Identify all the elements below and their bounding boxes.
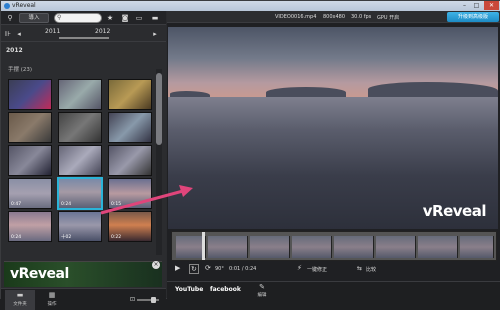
filmstrip-frame[interactable]	[376, 236, 416, 258]
app-logo-icon	[4, 3, 10, 9]
video-filename: VIDEO0016.mp4	[275, 14, 317, 20]
youtube-button[interactable]: YouTube	[175, 286, 203, 293]
library-scrollbar[interactable]	[156, 69, 162, 255]
thumbnail[interactable]: 0:24	[8, 211, 52, 242]
search-icon: ⚲	[57, 14, 62, 21]
playback-controls: ▶ ↻ ⟳ 90° 0:01 / 0:24 ⚡ 一键修正 ⇆ 比较	[167, 263, 500, 278]
video-info-bar: VIDEO0016.mp4 800x480 30.0 fps GPU 开启 升级…	[167, 11, 500, 23]
group-label: 手摆 (23)	[8, 67, 33, 73]
compare-button[interactable]: 比较	[366, 266, 376, 273]
thumbnail-zoom-slider[interactable]: ⊡	[129, 296, 161, 303]
promo-brand: vReveal	[10, 266, 69, 282]
timeline-range-bar[interactable]	[59, 37, 109, 39]
magnifier-icon[interactable]: ⚲	[5, 13, 15, 23]
app-window: vReveal – □ ✕ ⚲ 導入 ⚲ ★ ◙ ▭ ▬ ⊪ ◂ 2011 20…	[0, 0, 500, 310]
maximize-button[interactable]: □	[471, 1, 482, 10]
timeline-year-2011[interactable]: 2011	[45, 28, 60, 35]
filter-icon[interactable]: ⊪	[4, 29, 12, 39]
mountain-shape	[368, 82, 498, 98]
thumbnail[interactable]	[108, 79, 152, 110]
folder-icon: ▬	[16, 291, 24, 299]
import-button[interactable]: 導入	[19, 13, 49, 23]
thumbnail[interactable]	[8, 79, 52, 110]
play-icon[interactable]: ▶	[175, 264, 180, 272]
zoom-knob[interactable]	[151, 297, 156, 303]
filmstrip[interactable]	[171, 231, 497, 261]
edit-button[interactable]: ✎ 编辑	[255, 283, 269, 300]
tab-actions-label: 操作	[47, 302, 57, 307]
thumbnail[interactable]	[8, 145, 52, 176]
window-title: vReveal	[12, 2, 36, 9]
compare-icon[interactable]: ⇆	[357, 265, 362, 272]
thumbnail[interactable]	[108, 145, 152, 176]
thumbnail[interactable]: 十02	[58, 211, 102, 242]
grid-icon: ▦	[48, 291, 56, 299]
zoom-icon: ⊡	[129, 296, 136, 303]
upgrade-button[interactable]: 升级到高级版	[447, 12, 499, 22]
edit-label: 编辑	[257, 293, 267, 298]
title-bar: vReveal – □ ✕	[1, 1, 500, 11]
camera-icon[interactable]: ◙	[120, 13, 130, 23]
promo-banner[interactable]: vReveal ×	[4, 261, 162, 287]
time-display: 0:01 / 0:24	[229, 266, 257, 272]
filmstrip-frame[interactable]	[250, 236, 290, 258]
one-click-fix-button[interactable]: 一键修正	[307, 266, 327, 273]
thumbnail[interactable]: 0:47	[8, 178, 52, 209]
layout-icon[interactable]: ▬	[149, 13, 161, 23]
search-input[interactable]: ⚲	[54, 13, 102, 23]
chevron-right-icon[interactable]: ▸	[151, 29, 159, 39]
filmstrip-frame[interactable]	[460, 236, 494, 258]
film-icon[interactable]: ▭	[134, 13, 144, 23]
filmstrip-frame[interactable]	[334, 236, 374, 258]
video-fps: 30.0 fps	[351, 14, 372, 20]
chevron-left-icon[interactable]: ◂	[15, 29, 23, 39]
gpu-status: GPU 开启	[377, 15, 400, 21]
thumbnail[interactable]	[108, 112, 152, 143]
year-heading: 2012	[6, 47, 23, 54]
rotate-icon[interactable]: ⟳	[205, 264, 211, 272]
library-bottom-bar: ▬ 文件夹 ▦ 操作 ⊡	[1, 288, 166, 310]
tab-folders-label: 文件夹	[13, 302, 27, 307]
preview-panel: VIDEO0016.mp4 800x480 30.0 fps GPU 开启 升级…	[100, 11, 500, 300]
rotation-value: 90°	[215, 266, 224, 272]
promo-close-button[interactable]: ×	[152, 261, 160, 269]
timeline-year-2012[interactable]: 2012	[95, 28, 110, 35]
thumbnail[interactable]	[58, 79, 102, 110]
minimize-button[interactable]: –	[459, 1, 470, 10]
facebook-button[interactable]: facebook	[210, 286, 241, 293]
library-panel: ⚲ 導入 ⚲ ★ ◙ ▭ ▬ ⊪ ◂ 2011 2012 ▸ 2012 手摆 (…	[1, 11, 166, 310]
video-resolution: 800x480	[323, 14, 346, 20]
tab-folders[interactable]: ▬ 文件夹	[5, 290, 35, 310]
thumbnail[interactable]	[8, 112, 52, 143]
scrollbar-thumb[interactable]	[156, 73, 162, 145]
year-timeline[interactable]: ⊪ ◂ 2011 2012 ▸	[1, 26, 166, 42]
pointer-arrow-icon	[100, 185, 193, 215]
share-bar: YouTube facebook ✎ 编辑	[167, 281, 500, 300]
loop-icon[interactable]: ↻	[189, 264, 199, 274]
filmstrip-frame[interactable]	[208, 236, 248, 258]
tab-actions[interactable]: ▦ 操作	[37, 290, 67, 310]
thumbnail-selected[interactable]: 0:24	[58, 178, 102, 209]
filmstrip-frame[interactable]	[418, 236, 458, 258]
magic-wand-icon[interactable]: ⚡	[297, 264, 302, 272]
video-watermark: vReveal	[422, 202, 487, 220]
library-toolbar: ⚲ 導入 ⚲ ★ ◙ ▭ ▬	[1, 11, 166, 25]
video-preview[interactable]: vReveal	[168, 27, 498, 229]
thumbnail[interactable]	[58, 112, 102, 143]
thumbnail[interactable]	[58, 145, 102, 176]
filmstrip-frame[interactable]	[292, 236, 332, 258]
pencil-icon: ✎	[259, 283, 265, 291]
star-icon[interactable]: ★	[105, 13, 115, 23]
playhead[interactable]	[202, 232, 205, 260]
close-button[interactable]: ✕	[484, 1, 499, 10]
